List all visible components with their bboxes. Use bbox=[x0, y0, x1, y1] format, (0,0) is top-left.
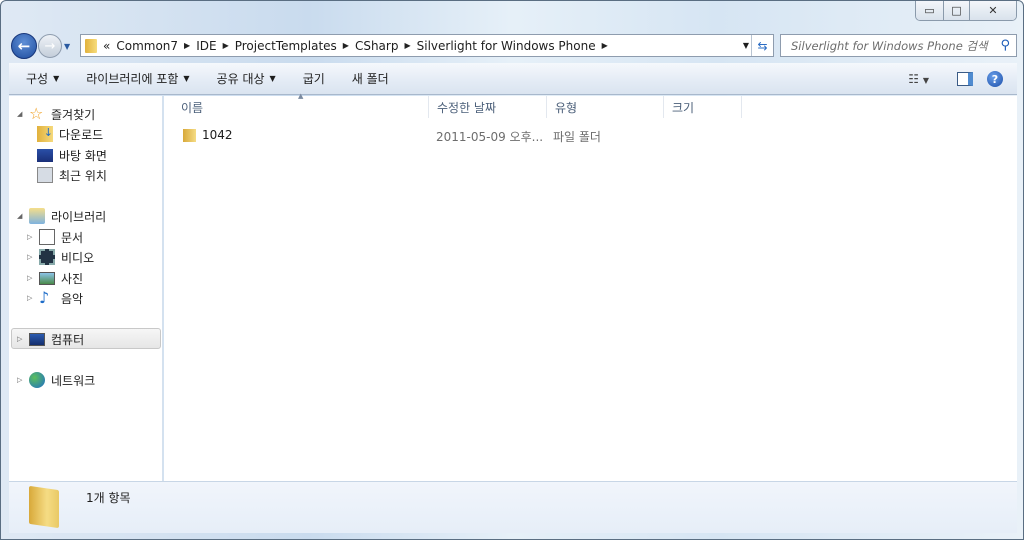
collapsed-icon[interactable]: ▷ bbox=[17, 335, 29, 343]
breadcrumb-ide[interactable]: IDE bbox=[196, 39, 216, 53]
address-bar[interactable]: « Common7 ▶ IDE ▶ ProjectTemplates ▶ CSharp… bbox=[80, 34, 774, 57]
desktop-icon bbox=[37, 148, 53, 162]
details-pane: 1개 항목 bbox=[9, 481, 1017, 533]
computer-icon bbox=[29, 332, 45, 346]
folder-icon bbox=[29, 485, 59, 529]
breadcrumb-common7[interactable]: Common7 bbox=[116, 39, 178, 53]
sidebar-item-recent[interactable]: 최근 위치 bbox=[37, 166, 107, 184]
recent-places-icon bbox=[37, 167, 53, 183]
video-icon bbox=[39, 249, 55, 265]
collapsed-icon[interactable]: ▷ bbox=[17, 376, 29, 384]
navigation-pane: ◢ ☆ 즐겨찾기 ↓ 다운로드 바탕 화면 최근 위치 ◢ 라이브러리 ▷ 문서 ▷ 비디오… bbox=[9, 96, 163, 481]
caption-buttons: ▭ □ ✕ bbox=[915, 1, 1017, 21]
breadcrumb-silverlight[interactable]: Silverlight for Windows Phone bbox=[417, 39, 596, 53]
sidebar-item-libraries[interactable]: ◢ 라이브러리 bbox=[17, 207, 106, 225]
share-button[interactable]: 공유 대상 ▼ bbox=[217, 70, 276, 87]
sidebar-item-documents[interactable]: ▷ 문서 bbox=[27, 228, 83, 246]
chevron-down-icon: ▼ bbox=[183, 74, 190, 83]
organize-button[interactable]: 구성 ▼ bbox=[26, 70, 59, 87]
column-header-size[interactable]: 크기 bbox=[664, 96, 742, 118]
navigation-buttons: ← → ▼ bbox=[11, 33, 70, 59]
sidebar-item-favorites[interactable]: ◢ ☆ 즐겨찾기 bbox=[17, 105, 95, 123]
organize-label: 구성 bbox=[26, 72, 49, 86]
burn-button[interactable]: 굽기 bbox=[303, 70, 325, 87]
forward-button[interactable]: → bbox=[38, 34, 62, 58]
refresh-button[interactable]: ⇆ bbox=[751, 35, 773, 56]
folder-icon bbox=[183, 129, 196, 142]
maximize-button[interactable]: □ bbox=[944, 1, 970, 20]
pictures-icon bbox=[39, 271, 55, 285]
search-input[interactable]: Silverlight for Windows Phone 검색 ⚲ bbox=[780, 34, 1017, 57]
chevron-down-icon: ▼ bbox=[53, 74, 60, 83]
expanded-icon[interactable]: ◢ bbox=[17, 212, 29, 220]
sidebar-item-downloads[interactable]: ↓ 다운로드 bbox=[37, 125, 103, 143]
breadcrumb-overflow[interactable]: « bbox=[103, 39, 110, 53]
table-row[interactable]: 1042 2011-05-09 오후... 파일 폴더 bbox=[164, 124, 764, 146]
close-button[interactable]: ✕ bbox=[970, 1, 1016, 20]
search-placeholder: Silverlight for Windows Phone 검색 bbox=[791, 38, 988, 53]
chevron-right-icon[interactable]: ▶ bbox=[223, 41, 229, 50]
search-icon[interactable]: ⚲ bbox=[1000, 38, 1010, 53]
sidebar-item-music[interactable]: ▷ ♪ 음악 bbox=[27, 289, 83, 307]
sidebar-label: 바탕 화면 bbox=[59, 148, 107, 163]
file-list: 이름 ▲ 수정한 날짜 유형 크기 1042 2011-05-09 오후... … bbox=[164, 92, 1017, 481]
file-modified: 2011-05-09 오후... bbox=[436, 130, 544, 144]
view-options-icon[interactable]: ☷ ▼ bbox=[908, 72, 943, 86]
sidebar-item-videos[interactable]: ▷ 비디오 bbox=[27, 248, 94, 266]
collapsed-icon[interactable]: ▷ bbox=[27, 294, 39, 302]
column-header-type[interactable]: 유형 bbox=[547, 96, 664, 118]
sidebar-label: 컴퓨터 bbox=[51, 332, 85, 347]
column-header-modified[interactable]: 수정한 날짜 bbox=[429, 96, 547, 118]
sidebar-label: 네트워크 bbox=[51, 373, 96, 388]
help-icon[interactable]: ? bbox=[987, 71, 1003, 87]
sidebar-label: 사진 bbox=[61, 271, 84, 286]
sidebar-label: 라이브러리 bbox=[51, 209, 107, 224]
sidebar-item-computer[interactable]: ▷ 컴퓨터 bbox=[17, 330, 84, 348]
downloads-icon: ↓ bbox=[37, 126, 53, 142]
breadcrumb-projecttemplates[interactable]: ProjectTemplates bbox=[235, 39, 337, 53]
star-icon: ☆ bbox=[29, 104, 44, 123]
collapsed-icon[interactable]: ▷ bbox=[27, 274, 39, 282]
sidebar-label: 문서 bbox=[61, 230, 84, 245]
chevron-right-icon[interactable]: ▶ bbox=[602, 41, 608, 50]
explorer-window: ▭ □ ✕ ← → ▼ « Common7 ▶ IDE ▶ ProjectTempl… bbox=[0, 0, 1024, 540]
chevron-right-icon[interactable]: ▶ bbox=[343, 41, 349, 50]
minimize-button[interactable]: ▭ bbox=[916, 1, 944, 20]
collapsed-icon[interactable]: ▷ bbox=[27, 233, 39, 241]
network-icon bbox=[29, 372, 45, 388]
back-button[interactable]: ← bbox=[11, 33, 37, 59]
music-icon: ♪ bbox=[39, 288, 50, 307]
expanded-icon[interactable]: ◢ bbox=[17, 110, 29, 118]
sidebar-label: 비디오 bbox=[61, 250, 95, 265]
chevron-right-icon[interactable]: ▶ bbox=[184, 41, 190, 50]
sidebar-item-desktop[interactable]: 바탕 화면 bbox=[37, 146, 107, 164]
sidebar-label: 음악 bbox=[61, 291, 84, 306]
sidebar-item-pictures[interactable]: ▷ 사진 bbox=[27, 269, 83, 287]
include-library-button[interactable]: 라이브러리에 포함 ▼ bbox=[86, 70, 189, 87]
collapsed-icon[interactable]: ▷ bbox=[27, 253, 39, 261]
command-bar: 구성 ▼ 라이브러리에 포함 ▼ 공유 대상 ▼ 굽기 새 폴더 ☷ ▼ ? bbox=[9, 63, 1017, 95]
library-icon bbox=[29, 208, 45, 224]
folder-icon bbox=[85, 38, 97, 53]
sidebar-label: 다운로드 bbox=[59, 127, 104, 142]
new-folder-button[interactable]: 새 폴더 bbox=[352, 70, 389, 87]
file-name: 1042 bbox=[202, 128, 233, 142]
recent-pages-dropdown[interactable]: ▼ bbox=[64, 42, 70, 51]
sidebar-item-network[interactable]: ▷ 네트워크 bbox=[17, 371, 95, 389]
item-count: 1개 항목 bbox=[86, 491, 131, 505]
include-library-label: 라이브러리에 포함 bbox=[86, 72, 179, 86]
documents-icon bbox=[39, 229, 55, 245]
sort-ascending-icon: ▲ bbox=[298, 92, 304, 100]
address-dropdown[interactable]: ▼ bbox=[743, 41, 749, 50]
chevron-down-icon: ▼ bbox=[269, 74, 276, 83]
sidebar-label: 즐겨찾기 bbox=[51, 107, 96, 122]
chevron-right-icon[interactable]: ▶ bbox=[404, 41, 410, 50]
sidebar-label: 최근 위치 bbox=[59, 168, 107, 183]
breadcrumb-csharp[interactable]: CSharp bbox=[355, 39, 399, 53]
share-label: 공유 대상 bbox=[216, 72, 265, 86]
preview-pane-icon[interactable] bbox=[957, 72, 973, 86]
file-type: 파일 폴더 bbox=[553, 130, 601, 144]
